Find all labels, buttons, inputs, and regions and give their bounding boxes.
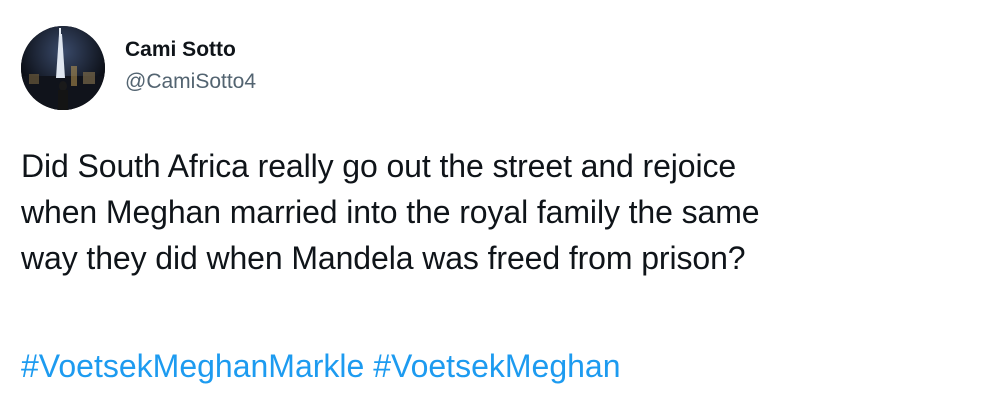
tweet-card: Cami Sotto @CamiSotto4 Did South Africa … <box>0 0 1006 412</box>
tweet-text: Did South Africa really go out the stree… <box>21 143 991 281</box>
tweet-hashtags: #VoetsekMeghanMarkle #VoetsekMeghan <box>21 343 621 389</box>
avatar[interactable] <box>21 26 105 110</box>
author-display-name[interactable]: Cami Sotto <box>125 37 256 63</box>
author-handle[interactable]: @CamiSotto4 <box>125 69 256 95</box>
hashtag-link[interactable]: #VoetsekMeghan <box>373 348 620 384</box>
tweet-header: Cami Sotto @CamiSotto4 <box>21 26 256 110</box>
tweet-text-line: when Meghan married into the royal famil… <box>21 194 760 230</box>
avatar-photo-icon <box>21 26 105 110</box>
tweet-text-line: Did South Africa really go out the stree… <box>21 148 737 184</box>
tweet-text-line: way they did when Mandela was freed from… <box>21 240 746 276</box>
hashtag-link[interactable]: #VoetsekMeghanMarkle <box>21 348 364 384</box>
author-names: Cami Sotto @CamiSotto4 <box>125 37 256 95</box>
